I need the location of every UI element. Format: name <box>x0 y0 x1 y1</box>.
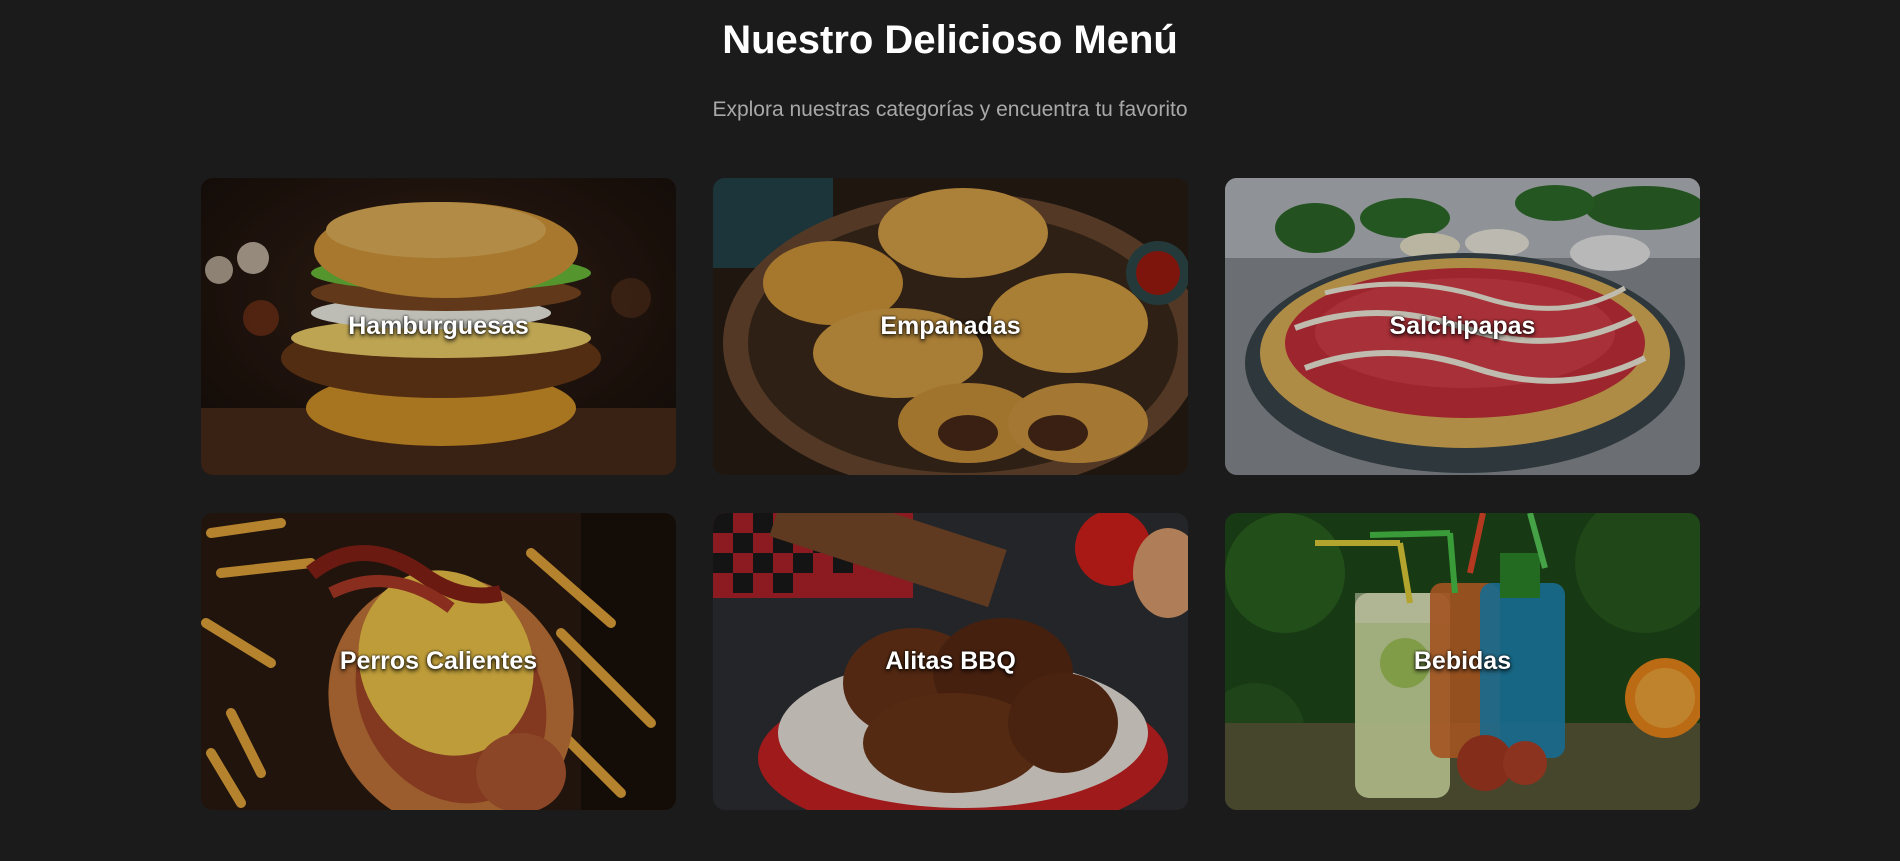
category-label: Alitas BBQ <box>885 647 1016 675</box>
category-card-alitas-bbq[interactable]: Alitas BBQ <box>713 513 1188 810</box>
category-card-perros-calientes[interactable]: Perros Calientes <box>201 513 676 810</box>
category-label: Salchipapas <box>1389 312 1536 340</box>
category-card-bebidas[interactable]: Bebidas <box>1225 513 1700 810</box>
category-grid: Hamburguesas Empanadas Salchipapas Perro… <box>201 178 1701 810</box>
category-label: Perros Calientes <box>339 647 538 675</box>
page-title: Nuestro Delicioso Menú <box>722 18 1178 62</box>
category-card-empanadas[interactable]: Empanadas <box>713 178 1188 475</box>
page-subtitle: Explora nuestras categorías y encuentra … <box>712 98 1188 121</box>
category-card-salchipapas[interactable]: Salchipapas <box>1225 178 1700 475</box>
category-label: Bebidas <box>1413 647 1512 675</box>
category-label: Hamburguesas <box>348 312 529 340</box>
category-card-hamburguesas[interactable]: Hamburguesas <box>201 178 676 475</box>
menu-page: Nuestro Delicioso Menú Explora nuestras … <box>0 0 1900 861</box>
category-label: Empanadas <box>880 312 1021 340</box>
